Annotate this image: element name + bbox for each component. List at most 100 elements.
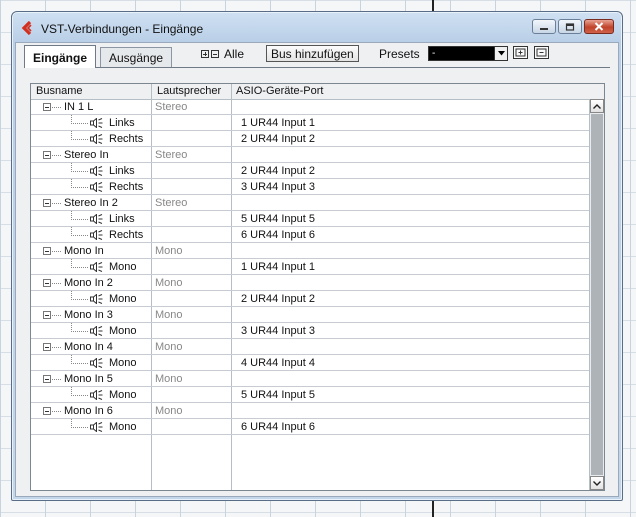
speaker-config[interactable]: Stereo (155, 197, 187, 209)
table-row[interactable]: Mono 1 UR44 Input 1 (31, 259, 589, 275)
table-row[interactable]: Stereo In Stereo (31, 147, 589, 163)
bus-name[interactable]: Mono In 2 (64, 277, 113, 289)
table-row[interactable]: Mono In 3 Mono (31, 307, 589, 323)
tree-connector (52, 315, 61, 316)
tree-connector (71, 267, 88, 268)
bus-name[interactable]: Mono In 5 (64, 373, 113, 385)
add-bus-button[interactable]: Bus hinzufügen (266, 45, 359, 62)
speaker-config[interactable]: Mono (155, 309, 183, 321)
table-row[interactable]: Mono In 5 Mono (31, 371, 589, 387)
store-preset-button[interactable] (513, 46, 528, 59)
asio-port[interactable]: 1 UR44 Input 1 (241, 261, 315, 273)
table-body: IN 1 L Stereo Links 1 UR44 Input 1 Rechts 2 U… (31, 99, 589, 435)
table-row[interactable]: Mono 4 UR44 Input 4 (31, 355, 589, 371)
bus-name[interactable]: IN 1 L (64, 101, 93, 113)
tree-connector (52, 379, 61, 380)
presets-dropdown-button[interactable] (494, 47, 507, 60)
table-row[interactable]: Mono 6 UR44 Input 6 (31, 419, 589, 435)
scroll-down-button[interactable] (590, 476, 604, 490)
collapse-tree-icon[interactable] (43, 199, 51, 207)
asio-port[interactable]: 2 UR44 Input 2 (241, 133, 315, 145)
table-row[interactable]: Links 1 UR44 Input 1 (31, 115, 589, 131)
scroll-up-button[interactable] (590, 99, 604, 113)
scroll-thumb[interactable] (591, 114, 603, 475)
table-row[interactable]: Mono 3 UR44 Input 3 (31, 323, 589, 339)
speaker-config[interactable]: Mono (155, 373, 183, 385)
channel-name: Links (109, 213, 135, 225)
tree-connector (71, 331, 88, 332)
table-row[interactable]: Mono 2 UR44 Input 2 (31, 291, 589, 307)
vertical-scrollbar[interactable] (589, 99, 604, 490)
bus-name[interactable]: Mono In 6 (64, 405, 113, 417)
speaker-config[interactable]: Mono (155, 277, 183, 289)
remove-preset-button[interactable] (534, 46, 549, 59)
presets-value: - (432, 48, 436, 59)
connections-table: Busname Lautsprecher ASIO-Geräte-Port IN… (30, 83, 605, 491)
maximize-button[interactable] (558, 19, 582, 34)
collapse-tree-icon[interactable] (43, 407, 51, 415)
tab-outputs[interactable]: Ausgänge (100, 47, 173, 67)
table-row[interactable]: Mono 5 UR44 Input 5 (31, 387, 589, 403)
table-row[interactable]: IN 1 L Stereo (31, 99, 589, 115)
table-row[interactable]: Rechts 2 UR44 Input 2 (31, 131, 589, 147)
column-header-busname[interactable]: Busname (36, 85, 82, 97)
title-bar[interactable]: VST-Verbindungen - Eingänge (12, 12, 622, 42)
asio-port[interactable]: 6 UR44 Input 6 (241, 229, 315, 241)
channel-name: Mono (109, 421, 137, 433)
bus-name[interactable]: Mono In 4 (64, 341, 113, 353)
tree-connector (71, 139, 88, 140)
table-row[interactable]: Links 2 UR44 Input 2 (31, 163, 589, 179)
speaker-config[interactable]: Mono (155, 405, 183, 417)
asio-port[interactable]: 5 UR44 Input 5 (241, 213, 315, 225)
column-header-speaker[interactable]: Lautsprecher (157, 85, 221, 97)
tab-inputs[interactable]: Eingänge (24, 45, 97, 68)
speaker-icon (90, 293, 103, 305)
tree-connector (52, 347, 61, 348)
bus-name[interactable]: Mono In 3 (64, 309, 113, 321)
speaker-config[interactable]: Mono (155, 245, 183, 257)
presets-select[interactable]: - (428, 46, 508, 61)
channel-name: Mono (109, 293, 137, 305)
table-row[interactable]: Links 5 UR44 Input 5 (31, 211, 589, 227)
speaker-icon (90, 357, 103, 369)
asio-port[interactable]: 2 UR44 Input 2 (241, 165, 315, 177)
collapse-tree-icon[interactable] (43, 279, 51, 287)
column-header-asio-port[interactable]: ASIO-Geräte-Port (236, 85, 323, 97)
speaker-icon (90, 421, 103, 433)
collapse-tree-icon[interactable] (43, 103, 51, 111)
speaker-config[interactable]: Mono (155, 341, 183, 353)
channel-name: Mono (109, 389, 137, 401)
speaker-config[interactable]: Stereo (155, 149, 187, 161)
table-row[interactable]: Mono In 2 Mono (31, 275, 589, 291)
bus-name[interactable]: Stereo In 2 (64, 197, 118, 209)
collapse-tree-icon[interactable] (43, 343, 51, 351)
asio-port[interactable]: 4 UR44 Input 4 (241, 357, 315, 369)
table-row[interactable]: Mono In 4 Mono (31, 339, 589, 355)
table-row[interactable]: Rechts 3 UR44 Input 3 (31, 179, 589, 195)
bus-name[interactable]: Stereo In (64, 149, 109, 161)
collapse-tree-icon[interactable] (43, 375, 51, 383)
tree-connector (52, 155, 61, 156)
channel-name: Rechts (109, 133, 144, 145)
bus-name[interactable]: Mono In (64, 245, 104, 257)
asio-port[interactable]: 2 UR44 Input 2 (241, 293, 315, 305)
table-row[interactable]: Mono In 6 Mono (31, 403, 589, 419)
speaker-config[interactable]: Stereo (155, 101, 187, 113)
table-row[interactable]: Stereo In 2 Stereo (31, 195, 589, 211)
collapse-tree-icon[interactable] (43, 151, 51, 159)
speaker-icon (90, 181, 103, 193)
table-row[interactable]: Rechts 6 UR44 Input 6 (31, 227, 589, 243)
asio-port[interactable]: 3 UR44 Input 3 (241, 325, 315, 337)
asio-port[interactable]: 1 UR44 Input 1 (241, 117, 315, 129)
tree-connector (52, 283, 61, 284)
minimize-button[interactable] (532, 19, 556, 34)
table-row[interactable]: Mono In Mono (31, 243, 589, 259)
expand-all-icon[interactable] (201, 50, 209, 58)
asio-port[interactable]: 6 UR44 Input 6 (241, 421, 315, 433)
collapse-all-icon[interactable] (211, 50, 219, 58)
asio-port[interactable]: 3 UR44 Input 3 (241, 181, 315, 193)
collapse-tree-icon[interactable] (43, 311, 51, 319)
asio-port[interactable]: 5 UR44 Input 5 (241, 389, 315, 401)
collapse-tree-icon[interactable] (43, 247, 51, 255)
close-button[interactable] (584, 19, 614, 34)
